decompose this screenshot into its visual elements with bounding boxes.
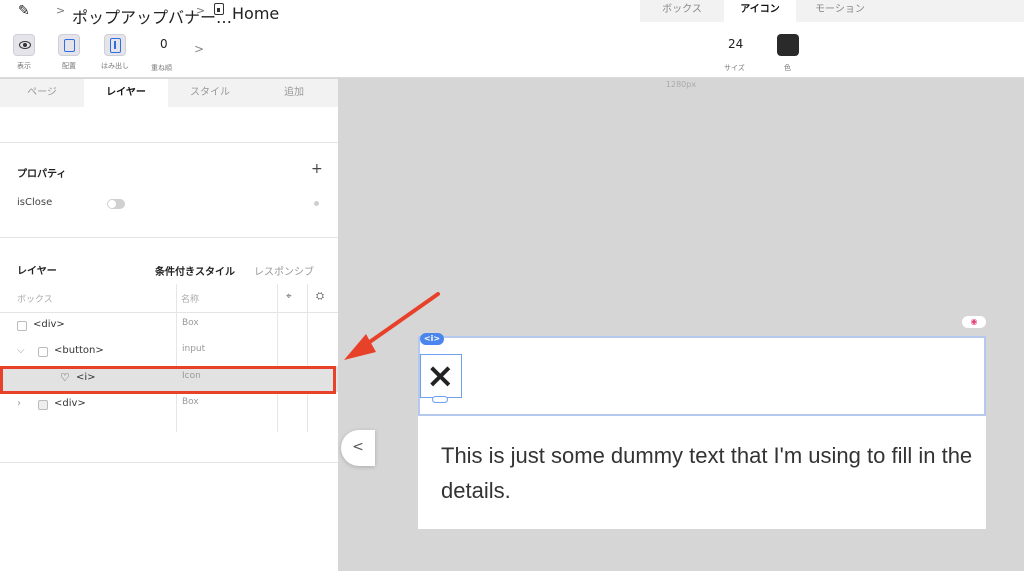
divider (0, 462, 338, 463)
icon-color-label: 色 (784, 64, 791, 72)
breadcrumb-separator-icon: > (56, 4, 66, 17)
layout-tool[interactable]: 配置 (58, 34, 80, 71)
stack-order-value[interactable]: 0 (160, 37, 168, 51)
overflow-icon (110, 38, 121, 53)
view-button[interactable] (13, 34, 35, 56)
icon-color-swatch[interactable] (777, 34, 799, 56)
resize-handle[interactable] (432, 396, 448, 403)
layer-row[interactable]: <div> Box (0, 313, 338, 339)
home-page-icon (214, 3, 224, 15)
layer-row[interactable]: ⌵ <button> input (0, 339, 338, 365)
tab-layers[interactable]: レイヤー (84, 79, 168, 107)
popup-body-text: This is just some dummy text that I'm us… (441, 443, 973, 503)
highlight-annotation (0, 366, 336, 394)
chevron-right-icon[interactable]: > (194, 42, 204, 56)
checkbox[interactable] (17, 321, 27, 331)
tab-bar-filler (884, 0, 1024, 22)
mode-tabs: ボックス アイコン モーション (640, 0, 884, 22)
layer-type: Box (182, 397, 199, 407)
divider (0, 237, 338, 238)
chevron-right-icon[interactable]: › (17, 398, 21, 409)
breadcrumb-page[interactable]: Home (232, 4, 279, 23)
conditional-style-button[interactable]: 条件付きスタイル (155, 263, 235, 278)
layer-type: input (182, 344, 206, 354)
column-name-header: 名称 (181, 295, 200, 305)
property-label: isClose (17, 197, 53, 208)
responsive-button[interactable]: レスポンシブ (254, 263, 314, 278)
checkbox[interactable] (38, 347, 48, 357)
layer-row[interactable]: › <div> Box (0, 392, 338, 418)
view-label: 表示 (17, 62, 31, 70)
interaction-icon: ⌖ (286, 291, 292, 302)
visibility-pin-icon[interactable]: ◉ (962, 316, 986, 328)
tab-box[interactable]: ボックス (640, 0, 724, 22)
add-property-button[interactable]: + (311, 161, 323, 177)
isclose-toggle[interactable] (107, 199, 125, 209)
visibility-rules-icon: ⛭ (316, 291, 324, 302)
layer-name: <div> (54, 398, 86, 409)
breadcrumb-separator-icon: > (196, 4, 206, 17)
properties-title: プロパティ (17, 169, 67, 180)
icon-size-label: サイズ (724, 64, 745, 72)
tab-icon[interactable]: アイコン (724, 0, 796, 22)
layout-label: 配置 (62, 62, 76, 70)
left-panel: ページ レイヤー スタイル 追加 プロパティ + isClose レイヤー 条件… (0, 79, 338, 571)
tab-add[interactable]: 追加 (252, 79, 336, 107)
layout-button[interactable] (58, 34, 80, 56)
layers-title: レイヤー (17, 266, 57, 277)
column-box-header: ボックス (17, 295, 53, 305)
tab-motion[interactable]: モーション (796, 0, 884, 22)
canvas-width-ruler: 1280px (665, 80, 697, 89)
frame-icon (64, 39, 75, 52)
property-status-dot (314, 201, 319, 206)
checkbox[interactable] (38, 400, 48, 410)
close-icon[interactable]: × (426, 356, 455, 396)
eye-icon (19, 41, 31, 49)
collapse-panel-button[interactable]: < (341, 430, 375, 466)
panel-tabs: ページ レイヤー スタイル 追加 (0, 79, 338, 107)
overflow-button[interactable] (104, 34, 126, 56)
overflow-tool[interactable]: はみ出し (101, 34, 129, 71)
breadcrumb-project[interactable]: ポップアップバナー… (72, 4, 232, 28)
top-toolbar: ✎ > ポップアップバナー… > Home ボックス アイコン モーション 表示… (0, 0, 1024, 78)
layer-type: Box (182, 318, 199, 328)
close-button-container[interactable] (418, 336, 986, 416)
layer-name: <button> (54, 345, 104, 356)
element-badge: <i> (420, 333, 444, 345)
overflow-label: はみ出し (101, 62, 129, 70)
view-tool[interactable]: 表示 (13, 34, 35, 71)
stack-order-label: 重ね順 (151, 64, 172, 72)
icon-size-value[interactable]: 24 (728, 37, 743, 51)
pen-icon[interactable]: ✎ (18, 3, 30, 19)
divider (0, 142, 338, 143)
tab-style[interactable]: スタイル (168, 79, 252, 107)
tab-page[interactable]: ページ (0, 79, 84, 107)
layer-name: <div> (33, 319, 65, 330)
chevron-down-icon[interactable]: ⌵ (17, 345, 25, 356)
